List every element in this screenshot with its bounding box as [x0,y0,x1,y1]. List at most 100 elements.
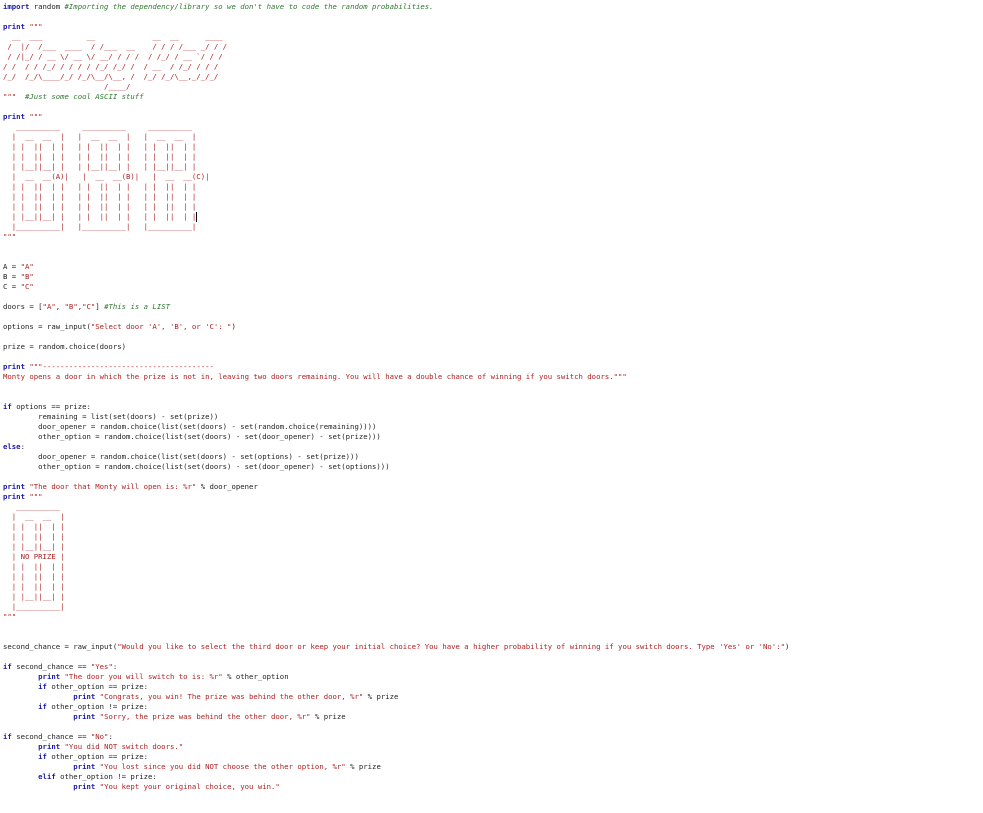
code-token: if [3,662,12,671]
code-token: "The door that Monty will open is: %r" [29,482,197,491]
code-line: print """-------------------------------… [3,362,983,372]
code-token: ) [785,642,790,651]
code-token: "Select door 'A', 'B', or 'C': " [90,322,232,331]
code-token: / |/ /___ ____ / /___ __ / / / /___ _/ /… [3,42,228,51]
code-token: options == prize: [11,402,91,411]
code-token: print [73,692,96,701]
code-line: print "Congrats, you win! The prize was … [3,692,983,702]
code-line: second_chance = raw_input("Would you lik… [3,642,983,652]
code-token: print [3,22,25,31]
code-line: | __ __(A)| | __ __(B)| | __ __(C)| [3,172,983,182]
code-line: remaining = list(set(doors) - set(prize)… [3,412,983,422]
code-token: "You kept your original choice, you win.… [99,782,280,791]
code-token: print [38,672,61,681]
code-token: elif [38,772,56,781]
code-token: / / / / /_/ / / / / /_/ /_/ / / __ / /_/… [3,62,228,71]
code-token: | | || | | | | || | | | | || | | [3,142,197,151]
code-token: | | || | | | | || | | | | || | | [3,202,197,211]
code-line: if other_option != prize: [3,702,983,712]
code-token: print [3,112,25,121]
code-line: / /|_/ / __ \/ __ \/ __/ / / / / /_/ / _… [3,52,983,62]
code-token: % other_option [222,672,289,681]
code-token: """ [3,612,17,621]
code-token: options = raw_input( [3,322,91,331]
code-token: second_chance == [11,732,91,741]
code-token: other_option = random.choice(list(set(do… [3,432,381,441]
code-line: if options == prize: [3,402,983,412]
code-line: | | || | | [3,572,983,582]
code-token: """ [3,92,17,101]
code-token: | | || | | | | || | | | | || | | [3,152,197,161]
code-token: print [73,712,96,721]
code-token: % prize [363,692,399,701]
code-token: C = [3,282,21,291]
code-line: if other_option == prize: [3,752,983,762]
code-token: | |__||__| | | |__||__| | | |__||__| | [3,162,197,171]
code-line: | | || | | | | || | | | | || | | [3,202,983,212]
code-token: """-------------------------------------… [29,362,214,371]
code-line: print "The door that Monty will open is:… [3,482,983,492]
code-token: | | || | | [3,532,65,541]
code-token: | | || | | [3,582,65,591]
code-token: , [55,302,65,311]
code-token: % prize [310,712,346,721]
code-line: | | || | | | | || | | | | || | | [3,192,983,202]
code-line: print "You lost since you did NOT choose… [3,762,983,772]
code-token: | NO PRIZE | [3,552,65,561]
code-line: if second_chance == "Yes": [3,662,983,672]
code-token: | | || | | [3,562,65,571]
code-token: other_option == prize: [46,682,148,691]
code-token: #Just some cool ASCII stuff [24,92,144,101]
code-editor[interactable]: import random #Importing the dependency/… [0,0,983,813]
code-line: | | || | | [3,582,983,592]
code-token: print [3,492,25,501]
code-line: | | || | | | | || | | | | || | | [3,182,983,192]
code-token: | |__||__| | [3,592,65,601]
code-line: door_opener = random.choice(list(set(doo… [3,422,983,432]
code-line: __________ [3,502,983,512]
code-line: import random #Importing the dependency/… [3,2,983,12]
code-token: % prize [345,762,381,771]
code-line: |__________| |__________| |__________| [3,222,983,232]
code-token: | | || | | [3,572,65,581]
code-line: | NO PRIZE | [3,552,983,562]
code-line: """ [3,232,983,242]
code-token: print [73,782,96,791]
code-token: Monty opens a door in which the prize is… [3,372,627,381]
code-token: if [3,732,12,741]
code-line: /____/ [3,82,983,92]
code-line: | | || | | [3,522,983,532]
code-line: print "The door you will switch to is: %… [3,672,983,682]
code-line: | __ __ | [3,512,983,522]
code-token: "B" [20,272,34,281]
code-token: "You did NOT switch doors." [64,742,184,751]
code-token: | | || | | | | || | | | | || | | [3,182,197,191]
code-line: print "Sorry, the prize was behind the o… [3,712,983,722]
code-token: ] [95,302,105,311]
code-token: "Would you like to select the third door… [117,642,785,651]
code-line: |__________| [3,602,983,612]
code-line: | |__||__| | [3,542,983,552]
code-line: door_opener = random.choice(list(set(doo… [3,452,983,462]
code-token: "A" [42,302,56,311]
code-line: if other_option == prize: [3,682,983,692]
code-token: : [108,732,113,741]
code-line: / |/ /___ ____ / /___ __ / / / /___ _/ /… [3,42,983,52]
code-line: / / / / /_/ / / / / /_/ /_/ / / __ / /_/… [3,62,983,72]
text-cursor [196,212,198,222]
code-line: if second_chance == "No": [3,732,983,742]
